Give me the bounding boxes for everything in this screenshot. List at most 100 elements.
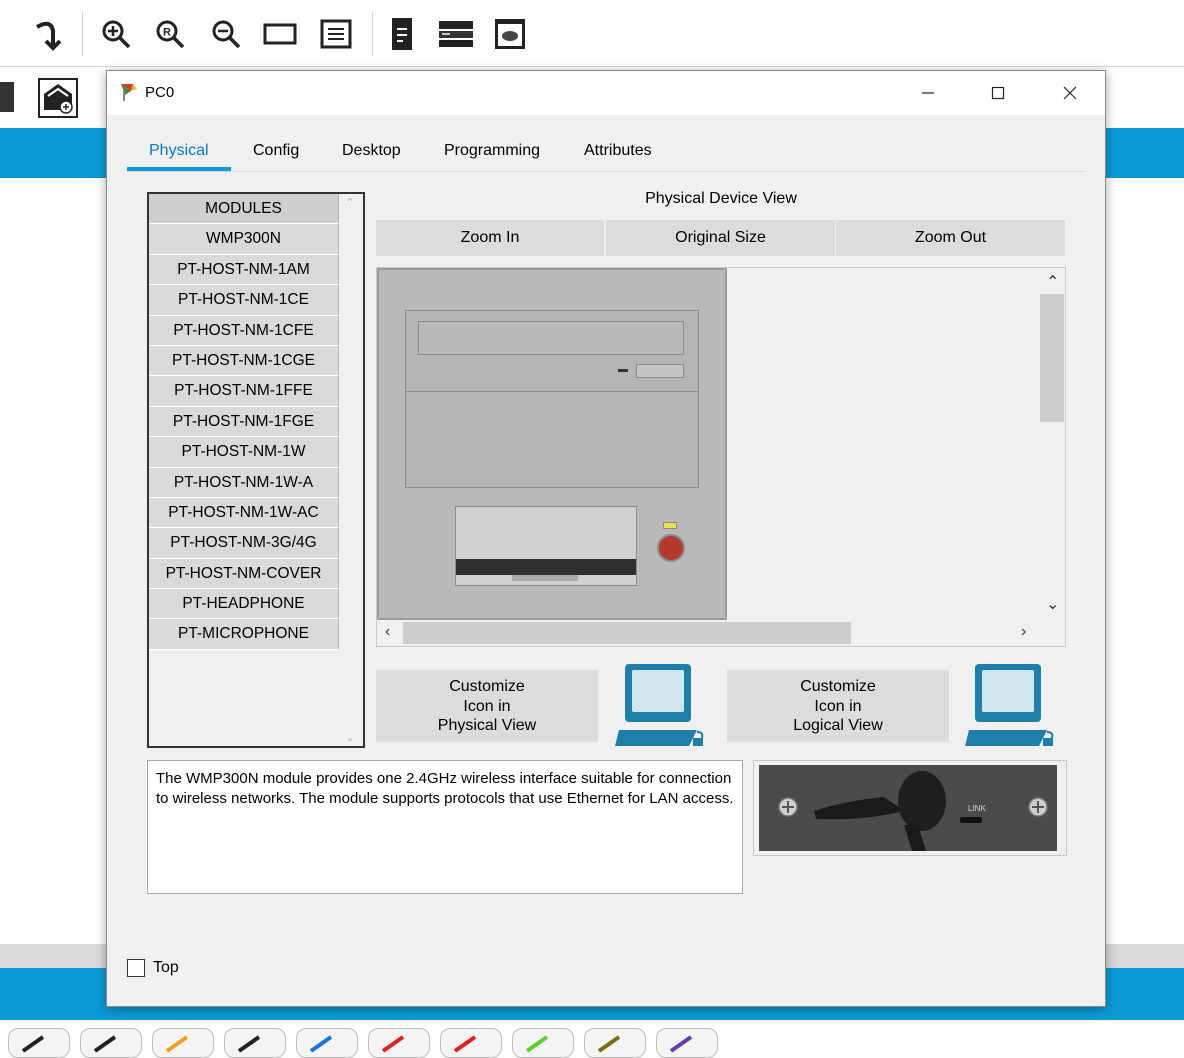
connection-type-button[interactable] bbox=[152, 1028, 214, 1058]
customize-line: Icon in bbox=[814, 697, 862, 715]
drive-bay-empty bbox=[405, 392, 699, 488]
cloud-server-icon[interactable] bbox=[490, 14, 530, 54]
zoom-out-icon[interactable] bbox=[206, 14, 246, 54]
tab-config[interactable]: Config bbox=[231, 133, 322, 171]
zoom-in-button[interactable]: Zoom In bbox=[376, 220, 605, 256]
document-icon[interactable] bbox=[382, 14, 422, 54]
module-item[interactable]: PT-HOST-NM-3G/4G bbox=[149, 528, 339, 559]
original-size-button[interactable]: Original Size bbox=[606, 220, 836, 256]
pc-app-icon bbox=[119, 81, 141, 103]
connection-type-button[interactable] bbox=[8, 1028, 70, 1058]
scroll-left-icon[interactable]: ‹ bbox=[385, 623, 390, 641]
scroll-up-icon[interactable]: ⌃ bbox=[1046, 272, 1059, 292]
list-view-icon[interactable] bbox=[316, 14, 356, 54]
undo-arrow-icon[interactable] bbox=[26, 14, 66, 54]
pc-logical-icon bbox=[963, 660, 1055, 752]
scroll-down-icon[interactable]: ⌄ bbox=[1046, 594, 1059, 614]
customize-line: Logical View bbox=[793, 717, 883, 734]
cable-icon bbox=[237, 1035, 261, 1053]
power-led bbox=[663, 522, 677, 529]
viewport-vertical-scrollbar[interactable]: ⌃ ⌄ bbox=[1039, 268, 1065, 620]
modules-header: MODULES bbox=[149, 194, 339, 225]
customize-physical-icon-button[interactable]: Customize Icon in Physical View bbox=[376, 670, 598, 742]
physical-device-view-label: Physical Device View bbox=[645, 190, 797, 207]
module-item[interactable]: PT-HOST-NM-1CFE bbox=[149, 315, 339, 346]
zoom-reset-icon[interactable]: R bbox=[150, 14, 190, 54]
vertical-scroll-thumb[interactable] bbox=[1040, 294, 1064, 422]
connection-type-button[interactable] bbox=[440, 1028, 502, 1058]
connection-type-button[interactable] bbox=[584, 1028, 646, 1058]
tab-physical[interactable]: Physical bbox=[127, 133, 231, 171]
svg-text:R: R bbox=[163, 27, 171, 39]
new-cluster-icon[interactable] bbox=[38, 78, 78, 118]
cable-icon bbox=[165, 1035, 189, 1053]
cable-icon bbox=[93, 1035, 117, 1053]
modules-scrollbar[interactable]: ⌃ ⌄ bbox=[339, 194, 363, 746]
connection-type-button[interactable] bbox=[368, 1028, 430, 1058]
module-image-frame: LINK bbox=[753, 760, 1067, 856]
module-item[interactable]: PT-MICROPHONE bbox=[149, 619, 339, 650]
modules-list: MODULES WMP300N PT-HOST-NM-1AM PT-HOST-NM-… bbox=[147, 192, 365, 748]
scroll-right-icon[interactable]: › bbox=[1021, 623, 1026, 641]
module-item[interactable]: PT-HOST-NM-1CE bbox=[149, 285, 339, 316]
cable-icon bbox=[669, 1035, 693, 1053]
minimize-button[interactable] bbox=[905, 71, 951, 115]
toolbar-separator bbox=[372, 12, 373, 56]
toolbar-divider bbox=[0, 66, 1184, 67]
tab-desktop[interactable]: Desktop bbox=[320, 133, 423, 171]
zoom-in-icon[interactable] bbox=[96, 14, 136, 54]
device-viewport[interactable]: ⌃ ⌄ ‹ › bbox=[376, 267, 1066, 647]
rectangle-icon[interactable] bbox=[260, 14, 300, 54]
module-item[interactable]: PT-HOST-NM-1AM bbox=[149, 254, 339, 286]
viewport-horizontal-scrollbar[interactable]: ‹ › bbox=[377, 620, 1065, 646]
close-button[interactable] bbox=[1047, 71, 1093, 115]
link-label: LINK bbox=[968, 804, 986, 813]
scroll-down-icon[interactable]: ⌄ bbox=[345, 730, 355, 744]
connection-type-button[interactable] bbox=[224, 1028, 286, 1058]
tab-attributes[interactable]: Attributes bbox=[562, 133, 674, 171]
module-item[interactable]: PT-HOST-NM-1W-A bbox=[149, 467, 339, 498]
connection-type-button[interactable] bbox=[80, 1028, 142, 1058]
module-item[interactable]: PT-HOST-NM-1W bbox=[149, 437, 339, 468]
connection-type-button[interactable] bbox=[296, 1028, 358, 1058]
top-checkbox[interactable] bbox=[127, 959, 145, 977]
maximize-button[interactable] bbox=[975, 71, 1021, 115]
zoom-out-button[interactable]: Zoom Out bbox=[836, 220, 1066, 256]
cable-icon bbox=[453, 1035, 477, 1053]
connection-types-bar bbox=[0, 1024, 1184, 1058]
pc-physical-icon bbox=[613, 660, 705, 752]
horizontal-scroll-thumb[interactable] bbox=[403, 622, 851, 644]
physical-tab-content: MODULES WMP300N PT-HOST-NM-1AM PT-HOST-NM-… bbox=[127, 171, 1085, 939]
top-checkbox-row[interactable]: Top bbox=[127, 959, 179, 977]
connection-type-button[interactable] bbox=[656, 1028, 718, 1058]
cable-icon bbox=[525, 1035, 549, 1053]
drive-slot bbox=[418, 321, 684, 355]
toolbar-separator bbox=[82, 12, 83, 56]
optical-drive bbox=[405, 310, 699, 392]
dialog-title: PC0 bbox=[145, 84, 175, 101]
customize-line: Icon in bbox=[463, 697, 511, 715]
module-item[interactable]: PT-HOST-NM-1CGE bbox=[149, 345, 339, 377]
module-description: The WMP300N module provides one 2.4GHz w… bbox=[147, 760, 743, 894]
dialog-titlebar[interactable]: PC0 bbox=[107, 71, 1105, 115]
cable-icon bbox=[381, 1035, 405, 1053]
drive-indicator bbox=[618, 369, 628, 372]
cable-icon bbox=[597, 1035, 621, 1053]
customize-logical-icon-button[interactable]: Customize Icon in Logical View bbox=[727, 670, 949, 742]
wmp300n-module-image: LINK bbox=[759, 765, 1057, 851]
connection-type-button[interactable] bbox=[512, 1028, 574, 1058]
scroll-up-icon[interactable]: ⌃ bbox=[345, 196, 355, 210]
module-item[interactable]: WMP300N bbox=[149, 224, 339, 255]
module-item[interactable]: PT-HOST-NM-COVER bbox=[149, 558, 339, 590]
module-item[interactable]: PT-HOST-NM-1FFE bbox=[149, 376, 339, 407]
tab-programming[interactable]: Programming bbox=[422, 133, 563, 171]
module-item[interactable]: PT-HOST-NM-1FGE bbox=[149, 406, 339, 438]
device-icon[interactable] bbox=[0, 82, 14, 112]
cable-icon bbox=[309, 1035, 333, 1053]
module-item[interactable]: PT-HEADPHONE bbox=[149, 589, 339, 620]
pc-case-image bbox=[377, 268, 727, 620]
device-rack-icon[interactable] bbox=[436, 14, 476, 54]
module-item[interactable]: PT-HOST-NM-1W-AC bbox=[149, 497, 339, 529]
eject-button bbox=[636, 364, 684, 378]
pc0-dialog: PC0 Physical Config Desktop Programming … bbox=[106, 70, 1106, 1007]
